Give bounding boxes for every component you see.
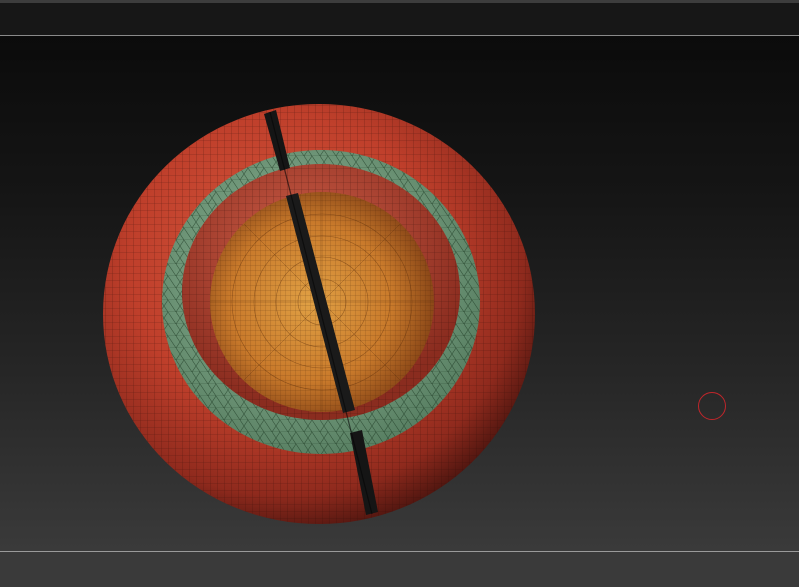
sculpt-model[interactable]	[0, 36, 799, 551]
top-shelf	[0, 3, 799, 36]
bottom-shelf	[0, 551, 799, 587]
brush-cursor	[698, 392, 726, 420]
document-canvas[interactable]	[0, 36, 799, 551]
